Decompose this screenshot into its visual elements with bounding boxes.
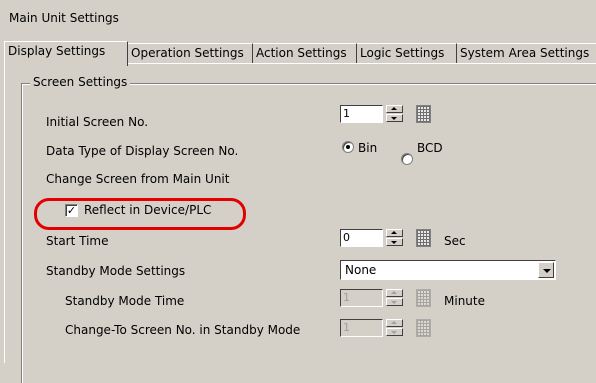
- standby-screen-input[interactable]: 1: [340, 319, 383, 337]
- radio-bcd[interactable]: [401, 153, 413, 165]
- start-time-label: Start Time: [46, 234, 109, 248]
- standby-screen-label: Change-To Screen No. in Standby Mode: [65, 323, 301, 337]
- tab-display-settings[interactable]: Display Settings: [4, 41, 128, 66]
- change-screen-label: Change Screen from Main Unit: [46, 172, 230, 186]
- start-time-spinner[interactable]: [386, 229, 403, 247]
- start-time-input[interactable]: 0: [340, 229, 383, 247]
- standby-time-input[interactable]: 1: [340, 289, 383, 307]
- window-title: Main Unit Settings: [9, 11, 119, 25]
- standby-screen-spinner[interactable]: [386, 319, 403, 337]
- standby-time-unit: Minute: [444, 294, 485, 308]
- standby-time-spinner[interactable]: [386, 289, 403, 307]
- initial-screen-spinner[interactable]: [386, 105, 403, 123]
- tab-system-area-settings[interactable]: System Area Settings: [457, 43, 596, 63]
- tab-operation-settings[interactable]: Operation Settings: [128, 43, 253, 63]
- start-time-unit: Sec: [444, 234, 466, 248]
- initial-screen-input[interactable]: 1: [340, 105, 383, 123]
- radio-bin[interactable]: [342, 141, 354, 153]
- radio-bcd-label: BCD: [417, 141, 443, 155]
- standby-time-label: Standby Mode Time: [65, 294, 185, 308]
- highlight-annotation: [34, 198, 246, 230]
- keypad-icon[interactable]: [416, 105, 431, 123]
- standby-mode-value: None: [345, 263, 377, 277]
- keypad-icon[interactable]: [416, 289, 431, 307]
- chevron-down-icon[interactable]: [538, 262, 554, 278]
- keypad-icon[interactable]: [416, 229, 431, 247]
- standby-mode-label: Standby Mode Settings: [46, 264, 186, 278]
- tab-action-settings[interactable]: Action Settings: [253, 43, 357, 63]
- keypad-icon[interactable]: [416, 319, 431, 337]
- data-type-label: Data Type of Display Screen No.: [46, 144, 239, 158]
- initial-screen-label: Initial Screen No.: [46, 115, 149, 129]
- tab-logic-settings[interactable]: Logic Settings: [357, 43, 457, 63]
- standby-mode-select[interactable]: None: [340, 260, 556, 280]
- group-title: Screen Settings: [30, 75, 131, 89]
- radio-bin-label: Bin: [358, 141, 378, 155]
